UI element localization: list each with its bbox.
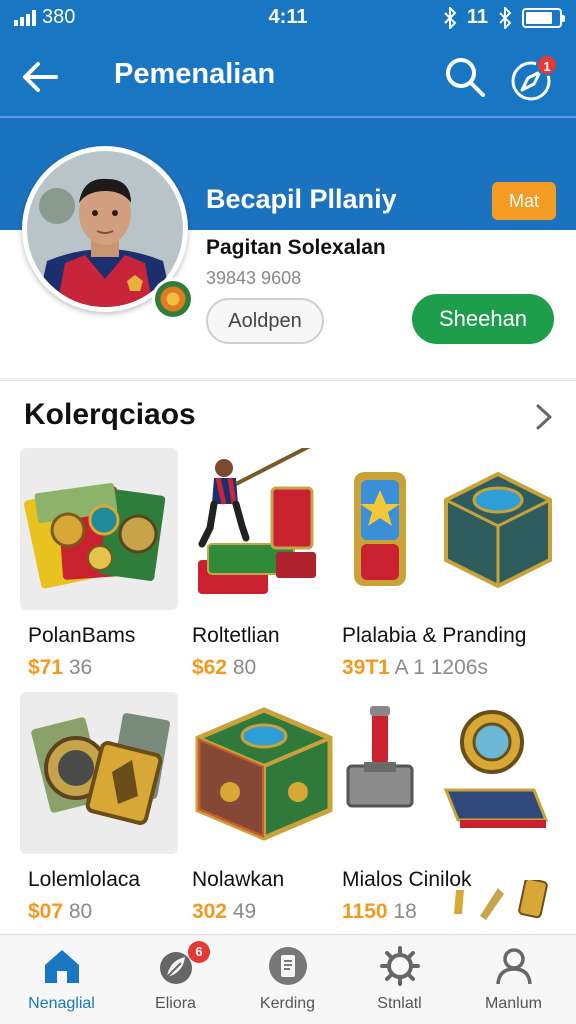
tab-home[interactable]: Nenaglial [4,935,119,1024]
primary-button[interactable]: Sheehan [412,294,554,344]
card-price: 39T1 A 1 1206s [342,656,488,679]
status-right: 11 [443,6,565,29]
battery-icon [522,7,565,28]
avatar[interactable] [22,146,194,320]
profile-subtitle: Pagitan Solexalan [206,236,386,259]
card-image [334,448,560,610]
profile-name: Becapil Pllaniy [206,184,397,214]
tab-label: Stnlatl [377,995,422,1012]
back-arrow-icon[interactable] [18,54,64,100]
card-price: 1150 18 [342,900,417,923]
card-name: Plalabia & Pranding [342,624,527,647]
notification-button[interactable]: 1 [508,54,558,104]
tab-label: Kerding [259,995,316,1012]
notification-badge: 1 [536,54,558,76]
profile-id: 39843 9608 [206,268,302,288]
collection-card[interactable]: PolanBams $71 36 [20,448,186,684]
card-image [334,692,560,854]
app-bar: Pemenalian 1 [0,36,576,116]
tab-shop[interactable]: Kerding [230,935,345,1024]
card-name: Nolawkan [192,868,285,891]
tab-label: Eliora [155,995,196,1012]
page-title: Pemenalian [114,58,276,90]
tab-settings[interactable]: Stnlatl [342,935,457,1024]
tab-profile[interactable]: Manlum [456,935,571,1024]
collections-title: Kolerqciaos [24,398,196,431]
tab-bar: Nenaglial 6 Eliora Kerding Stnlatl Manlu… [0,934,576,1024]
level-badge[interactable]: Mat [492,182,556,220]
card-price: $62 80 [192,656,257,679]
tablet-icon [269,947,307,985]
collection-card[interactable]: Nolawkan 302 49 [184,692,350,928]
card-price: $71 36 [28,656,93,679]
status-bar: 380 4:11 11 [0,0,576,36]
card-name: Roltetlian [192,624,280,647]
tab-label: Manlum [485,995,542,1012]
tab-badge: 6 [188,941,210,963]
collection-card[interactable]: Lolemlolaca $07 80 [20,692,186,928]
gear-icon [380,946,420,986]
collection-card[interactable]: Mialos Cinilok 1150 18 [334,692,560,928]
card-name: PolanBams [28,624,136,647]
tab-label: Nenaglial [28,995,95,1012]
bluetooth-icon [444,6,457,29]
avatar-level-badge [152,278,194,320]
chevron-right-icon[interactable] [530,402,556,432]
collection-card[interactable]: Plalabia & Pranding 39T1 A 1 1206s [334,448,560,684]
card-image [20,692,178,854]
secondary-button[interactable]: Aoldpen [206,298,324,344]
user-icon [496,948,532,985]
card-image [20,448,178,610]
status-right-text: 11 [466,6,488,28]
home-icon [45,950,79,983]
bluetooth-icon-2 [499,6,512,29]
collection-card[interactable]: Roltetlian $62 80 [184,436,350,684]
card-name: Lolemlolaca [28,868,141,891]
card-image [184,692,342,854]
card-price: 302 49 [192,900,257,923]
card-price: $07 80 [28,900,93,923]
card-image [184,436,342,610]
trophy-items-icon [454,880,548,920]
search-icon[interactable] [442,54,488,100]
tab-feed[interactable]: 6 Eliora [118,935,233,1024]
